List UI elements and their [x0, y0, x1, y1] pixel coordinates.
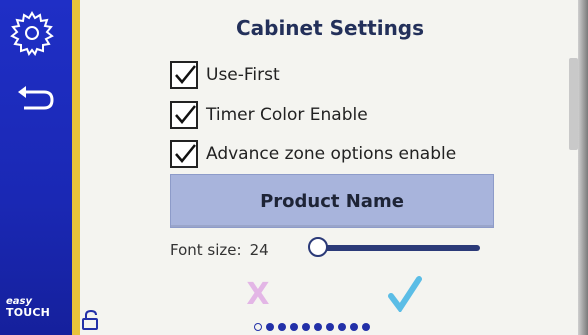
option-advance-zone[interactable]: Advance zone options enable [170, 139, 456, 169]
check-icon [388, 276, 422, 314]
check-icon [175, 65, 196, 84]
confirm-button[interactable] [388, 276, 422, 314]
checkbox[interactable] [170, 101, 198, 129]
option-timer-color[interactable]: Timer Color Enable [170, 100, 368, 130]
page-dot[interactable] [302, 323, 310, 331]
unlock-icon[interactable] [82, 309, 100, 330]
page-dot[interactable] [314, 323, 322, 331]
option-label: Timer Color Enable [206, 105, 368, 125]
page-dot[interactable] [350, 323, 358, 331]
font-size-value: 24 [249, 241, 269, 259]
checkbox[interactable] [170, 61, 198, 89]
font-size-row: Font size: 24 [170, 238, 269, 262]
scrollbar-thumb[interactable] [569, 58, 578, 150]
cancel-button[interactable]: X [244, 278, 272, 312]
page-dot[interactable] [338, 323, 346, 331]
accent-bar [72, 0, 80, 335]
check-icon [175, 105, 196, 124]
slider-knob[interactable] [308, 237, 328, 257]
page-dot[interactable] [290, 323, 298, 331]
page-dot[interactable] [362, 323, 370, 331]
sidebar: easy TOUCH [0, 0, 72, 335]
page-dot[interactable] [266, 323, 274, 331]
option-label: Use-First [206, 65, 280, 85]
page-dot-current[interactable] [254, 323, 262, 331]
page-indicator [254, 322, 370, 332]
back-arrow-icon[interactable] [14, 86, 56, 114]
page-dot[interactable] [326, 323, 334, 331]
page-dot[interactable] [278, 323, 286, 331]
gear-icon[interactable] [9, 10, 55, 57]
option-use-first[interactable]: Use-First [170, 60, 280, 90]
checkbox[interactable] [170, 140, 198, 168]
font-size-slider[interactable] [312, 245, 480, 251]
brand-logo: easy TOUCH [6, 296, 66, 318]
product-name-button[interactable]: Product Name [170, 174, 494, 228]
font-size-label: Font size: [170, 241, 242, 259]
check-icon [175, 144, 196, 163]
page-title: Cabinet Settings [235, 16, 425, 40]
option-label: Advance zone options enable [206, 144, 457, 164]
screen-edge [578, 0, 588, 335]
brand-line2: TOUCH [6, 306, 51, 319]
